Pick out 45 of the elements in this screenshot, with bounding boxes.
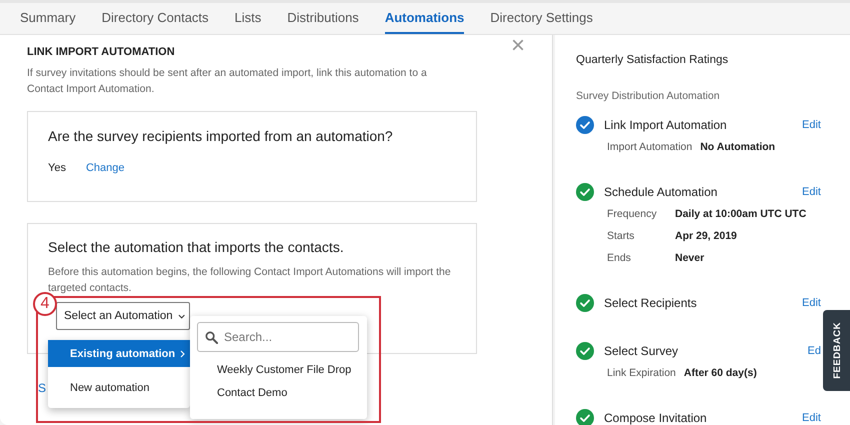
menu-item[interactable]: New automation — [48, 374, 190, 401]
detail-value: No Automation — [700, 141, 776, 153]
detail-value: Apr 29, 2019 — [675, 230, 737, 242]
edit-link[interactable]: Edit — [802, 297, 821, 309]
detail-label: Starts — [607, 230, 636, 242]
tab[interactable]: Distributions — [287, 3, 359, 34]
card-title: Select the automation that imports the contacts. — [48, 239, 345, 255]
section-heading: LINK IMPORT AUTOMATION — [27, 46, 175, 58]
change-link[interactable]: Change — [86, 162, 124, 174]
search-icon — [205, 330, 218, 344]
caret-icon — [178, 314, 185, 318]
tab[interactable]: Directory Settings — [490, 3, 593, 34]
tab[interactable]: Summary — [20, 3, 76, 34]
detail-value: After 60 day(s) — [684, 367, 757, 379]
question-text: Are the survey recipients imported from an automation? — [48, 128, 394, 144]
menu-item[interactable]: Contact Demo — [197, 387, 359, 399]
step-title: Link Import Automation — [604, 118, 728, 132]
callout-number: 4 — [33, 292, 57, 316]
detail-value: Never — [675, 252, 704, 264]
menu-item[interactable]: Weekly Customer File Drop — [197, 364, 359, 376]
automation-dropdown[interactable]: Select an Automation — [56, 302, 190, 330]
menu-item[interactable]: Existing automation — [48, 340, 190, 367]
step-title: Select Recipients — [604, 296, 698, 310]
detail-value: Daily at 10:00am UTC UTC — [675, 208, 806, 220]
tab[interactable]: Lists — [234, 3, 262, 34]
feedback-tab[interactable]: FEEDBACK — [823, 310, 850, 391]
step-title: Schedule Automation — [604, 185, 718, 199]
edit-link[interactable]: Edit — [802, 186, 821, 198]
automation-title: Quarterly Satisfaction Ratings — [576, 54, 730, 66]
step-title: Select Survey — [604, 344, 680, 358]
detail-label: Ends — [607, 252, 632, 264]
chevron-icon — [180, 350, 186, 358]
edit-link[interactable]: Edit — [802, 412, 821, 424]
automation-type: Survey Distribution Automation — [576, 90, 721, 102]
detail-label: Import Automation — [607, 141, 692, 153]
save-link[interactable]: S — [38, 381, 46, 395]
search-field[interactable]: Search... — [197, 322, 359, 352]
edit-link[interactable]: Edit — [802, 119, 821, 131]
detail-label: Link Expiration — [607, 367, 676, 379]
edit-link[interactable]: Ed — [808, 345, 821, 357]
tab[interactable]: Directory Contacts — [102, 3, 209, 34]
detail-label: Frequency — [607, 208, 658, 220]
description: If survey invitations should be sent after an automated import, link this automation to a Contact Import Automation. — [27, 66, 428, 97]
step-title: Compose Invitation — [604, 411, 708, 425]
answer-text: Yes — [48, 162, 66, 174]
